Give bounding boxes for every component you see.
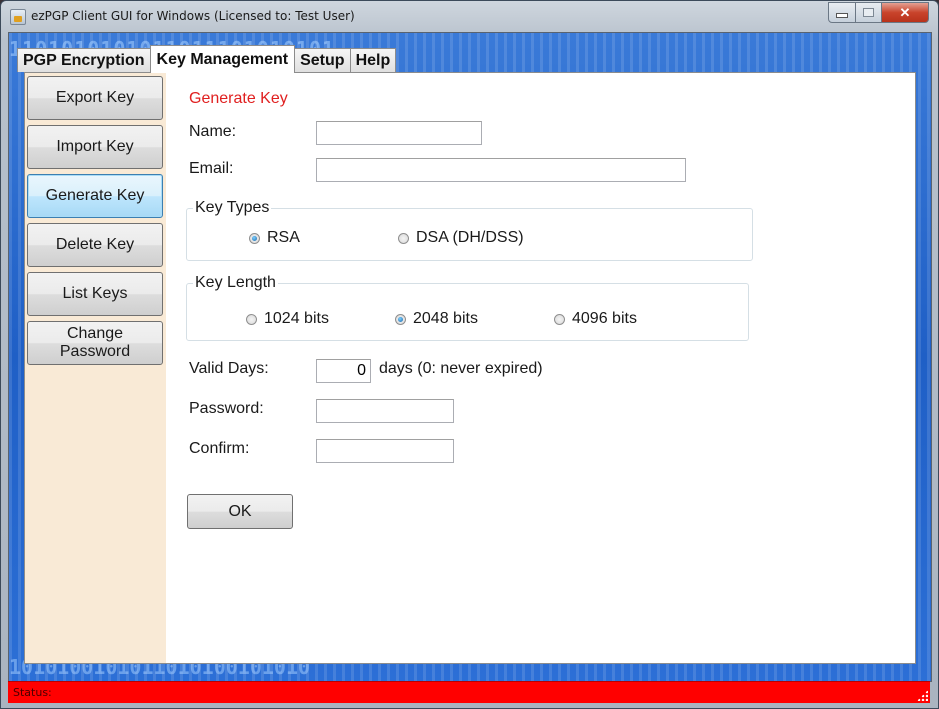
radio-unselected-icon [554, 313, 565, 325]
tab-key-management[interactable]: Key Management [149, 45, 296, 73]
key-length-4096-radio[interactable]: 4096 bits [554, 310, 637, 328]
dsa-label: DSA (DH/DSS) [416, 229, 524, 246]
app-lock-icon [10, 9, 26, 25]
list-keys-button[interactable]: List Keys [27, 272, 163, 316]
password-label: Password: [189, 400, 264, 417]
valid-days-label: Valid Days: [189, 360, 269, 377]
sidebar: Export Key Import Key Generate Key Delet… [25, 73, 166, 663]
maximize-icon [863, 8, 874, 17]
confirm-label: Confirm: [189, 440, 250, 457]
key-length-2048-label: 2048 bits [413, 310, 478, 327]
email-input[interactable] [316, 158, 686, 182]
resize-grip-icon[interactable] [917, 690, 928, 701]
title-bar: ezPGP Client GUI for Windows (Licensed t… [1, 1, 938, 33]
tab-setup[interactable]: Setup [294, 48, 351, 72]
valid-days-input[interactable] [316, 359, 371, 383]
maximize-button[interactable] [856, 2, 882, 23]
minimize-icon [836, 13, 848, 18]
window-title: ezPGP Client GUI for Windows (Licensed t… [31, 9, 355, 23]
status-bar: Status: [8, 681, 930, 703]
close-icon: ✕ [899, 4, 911, 20]
minimize-button[interactable] [828, 2, 856, 23]
import-key-button[interactable]: Import Key [27, 125, 163, 169]
window-controls: ✕ [828, 2, 929, 23]
key-management-panel: Export Key Import Key Generate Key Delet… [24, 72, 916, 664]
rsa-radio[interactable]: RSA [249, 229, 300, 247]
key-types-legend: Key Types [193, 199, 272, 217]
tab-pgp-encryption[interactable]: PGP Encryption [17, 48, 151, 72]
radio-unselected-icon [246, 313, 257, 325]
confirm-password-input[interactable] [316, 439, 454, 463]
email-label: Email: [189, 160, 234, 177]
change-password-button[interactable]: Change Password [27, 321, 163, 365]
password-input[interactable] [316, 399, 454, 423]
name-label: Name: [189, 123, 237, 140]
key-length-1024-radio[interactable]: 1024 bits [246, 310, 329, 328]
close-button[interactable]: ✕ [882, 2, 929, 23]
section-title: Generate Key [189, 90, 288, 107]
export-key-button[interactable]: Export Key [27, 76, 163, 120]
name-input[interactable] [316, 121, 482, 145]
valid-days-hint: days (0: never expired) [379, 360, 543, 377]
main-tabs: PGP Encryption Key Management Setup Help [17, 45, 397, 73]
radio-unselected-icon [398, 232, 409, 244]
delete-key-button[interactable]: Delete Key [27, 223, 163, 267]
ok-button[interactable]: OK [187, 494, 293, 529]
key-length-1024-label: 1024 bits [264, 310, 329, 327]
generate-key-button[interactable]: Generate Key [27, 174, 163, 218]
key-length-4096-label: 4096 bits [572, 310, 637, 327]
key-length-legend: Key Length [193, 274, 278, 292]
key-length-2048-radio[interactable]: 2048 bits [395, 310, 478, 328]
status-text: Status: [13, 686, 52, 699]
dsa-radio[interactable]: DSA (DH/DSS) [398, 229, 524, 247]
key-types-group: Key Types RSA DSA (DH/DSS) [186, 199, 753, 261]
rsa-label: RSA [267, 229, 300, 246]
radio-selected-icon [249, 232, 260, 244]
radio-selected-icon [395, 313, 406, 325]
key-length-group: Key Length 1024 bits 2048 bits 4096 bits [186, 274, 749, 341]
tab-help[interactable]: Help [349, 48, 397, 72]
